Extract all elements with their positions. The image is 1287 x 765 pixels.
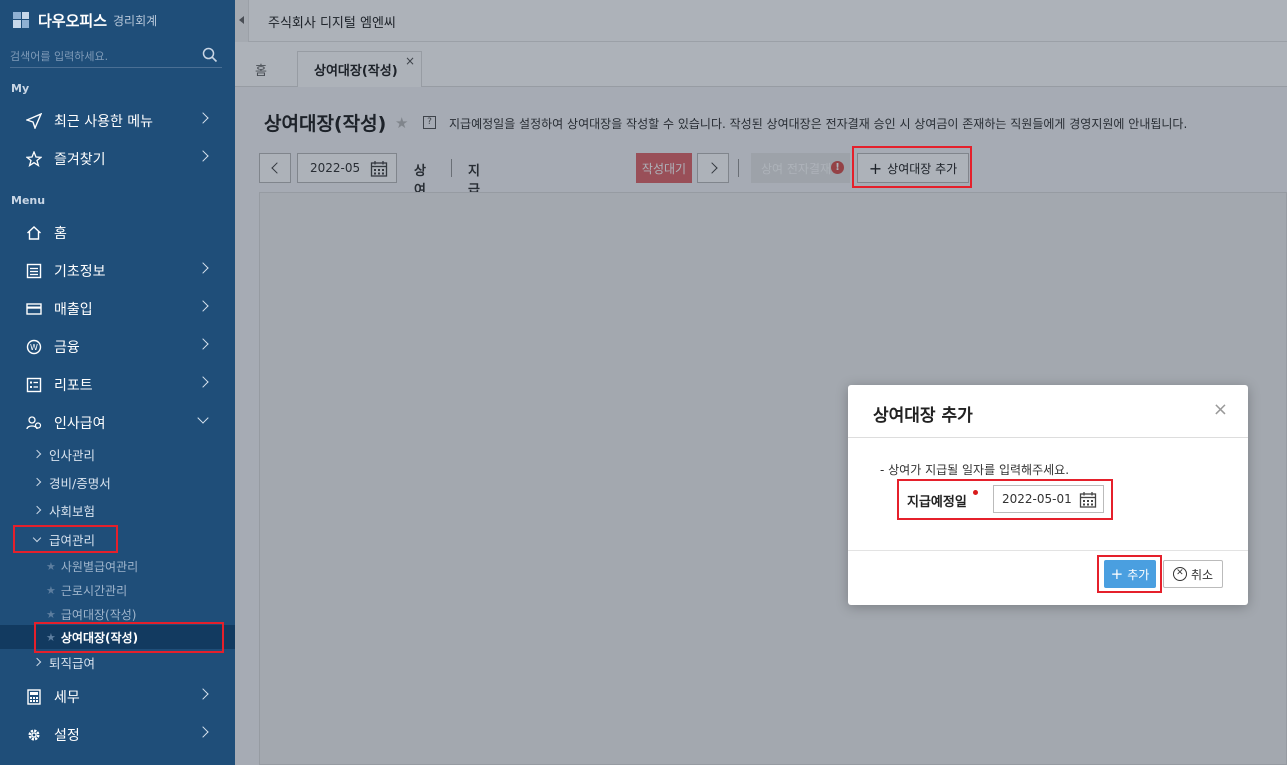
calculator-icon [25,688,43,706]
chevron-right-icon [32,477,42,487]
sidebar-item-payroll-management[interactable]: 급여관리 [0,527,235,551]
menu-finance-label: 금융 [54,340,80,356]
sidebar-item-employee-payroll[interactable]: ★ 사원별급여관리 [0,554,235,578]
sidebar-item-social-insurance[interactable]: 사회보험 [0,498,235,522]
menu-hr-payroll[interactable]: 인사급여 [0,404,235,442]
send-icon [25,112,43,130]
won-icon: W [25,338,43,356]
logo-subtitle: 경리회계 [113,13,158,28]
menu-recent[interactable]: 최근 사용한 메뉴 [0,102,235,140]
menu-favorites-label: 즐겨찾기 [54,152,106,168]
sidebar-item-work-hours[interactable]: ★ 근로시간관리 [0,578,235,602]
sidebar-item-label: 상여대장(작성) [60,630,139,645]
star-icon[interactable]: ★ [46,608,56,621]
sidebar-item-label: 급여대장(작성) [60,607,137,622]
logo-text: 다우오피스 [38,11,108,30]
chevron-right-icon [32,657,42,667]
search-icon[interactable] [202,47,218,67]
chevron-right-icon [197,262,209,274]
chevron-down-icon [32,533,42,542]
sidebar-search [10,46,222,68]
divider [848,437,1248,438]
divider [848,550,1248,551]
sidebar-item-label: 인사관리 [49,447,96,463]
pay-date-field-label: 지급예정일 [907,495,967,510]
add-bonus-ledger-modal: 상여대장 추가 × - 상여가 지급될 일자를 입력해주세요. 지급예정일 20… [848,385,1248,605]
sidebar-item-label: 사원별급여관리 [60,559,139,574]
sidebar-item-payroll-ledger[interactable]: ★ 급여대장(작성) [0,602,235,626]
modal-title: 상여대장 추가 [873,406,973,426]
menu-basic-info-label: 기초정보 [54,264,106,280]
chevron-right-icon [197,688,209,700]
chevron-right-icon [197,112,209,124]
chevron-right-icon [32,449,42,459]
plus-icon: + [1110,565,1124,583]
cancel-button[interactable]: ✕ 취소 [1163,560,1223,588]
gear-icon [25,726,43,744]
chevron-down-icon [197,412,209,424]
sidebar-item-expenses[interactable]: 경비/증명서 [0,470,235,494]
chevron-right-icon [197,376,209,388]
menu-home-label: 홈 [54,226,67,242]
sidebar-item-label: 경비/증명서 [49,475,111,491]
sidebar-item-label: 급여관리 [49,532,96,548]
sidebar-item-hr-management[interactable]: 인사관리 [0,442,235,466]
close-icon[interactable]: × [1213,399,1228,420]
modal-overlay [235,0,1287,765]
menu-sales-purchase-label: 매출입 [54,302,93,318]
menu-hr-payroll-label: 인사급여 [54,416,106,432]
star-icon[interactable]: ★ [46,584,56,597]
home-icon [25,224,43,242]
menu-settings[interactable]: 설정 [0,716,235,754]
chevron-right-icon [32,505,42,515]
section-menu-label: Menu [11,194,46,207]
menu-home[interactable]: 홈 [0,214,235,252]
sidebar-item-label: 퇴직급여 [49,655,96,671]
menu-tax[interactable]: 세무 [0,678,235,716]
card-icon [25,300,43,318]
chevron-right-icon [197,300,209,312]
confirm-add-label: 추가 [1127,567,1150,582]
svg-text:W: W [30,343,38,352]
pay-date-value: 2022-05-01 [1002,492,1072,506]
report-icon [25,376,43,394]
menu-finance[interactable]: W 금융 [0,328,235,366]
list-icon [25,262,43,280]
menu-recent-label: 최근 사용한 메뉴 [54,114,154,130]
menu-settings-label: 설정 [54,728,80,744]
sidebar-item-bonus-ledger[interactable]: ★ 상여대장(작성) [0,625,235,649]
people-icon [25,414,43,432]
menu-sales-purchase[interactable]: 매출입 [0,290,235,328]
modal-instruction: - 상여가 지급될 일자를 입력해주세요. [880,463,1070,477]
sidebar-item-label: 근로시간관리 [60,583,128,598]
close-circle-icon: ✕ [1172,567,1187,581]
cancel-label: 취소 [1190,567,1214,582]
logo[interactable]: 다우오피스 경리회계 [12,9,157,31]
star-icon[interactable]: ★ [46,560,56,573]
menu-basic-info[interactable]: 기초정보 [0,252,235,290]
chevron-right-icon [197,338,209,350]
pay-date-field[interactable]: 2022-05-01 [993,485,1104,513]
chevron-right-icon [197,150,209,162]
menu-favorites[interactable]: 즐겨찾기 [0,140,235,178]
logo-icon [12,10,32,30]
required-indicator [973,490,978,495]
confirm-add-button[interactable]: + 추가 [1104,560,1156,588]
menu-report-label: 리포트 [54,378,93,394]
chevron-right-icon [197,726,209,738]
sidebar-item-severance[interactable]: 퇴직급여 [0,650,235,674]
star-icon[interactable]: ★ [46,631,56,644]
star-outline-icon [25,150,43,168]
menu-tax-label: 세무 [54,690,80,706]
sidebar: 다우오피스 경리회계 My 최근 사용한 메뉴 즐겨찾기 Menu 홈 기초정보 [0,0,235,765]
search-input[interactable] [10,46,200,66]
sidebar-item-label: 사회보험 [49,503,96,519]
menu-report[interactable]: 리포트 [0,366,235,404]
section-my-label: My [11,82,30,95]
calendar-icon[interactable] [1079,491,1097,512]
